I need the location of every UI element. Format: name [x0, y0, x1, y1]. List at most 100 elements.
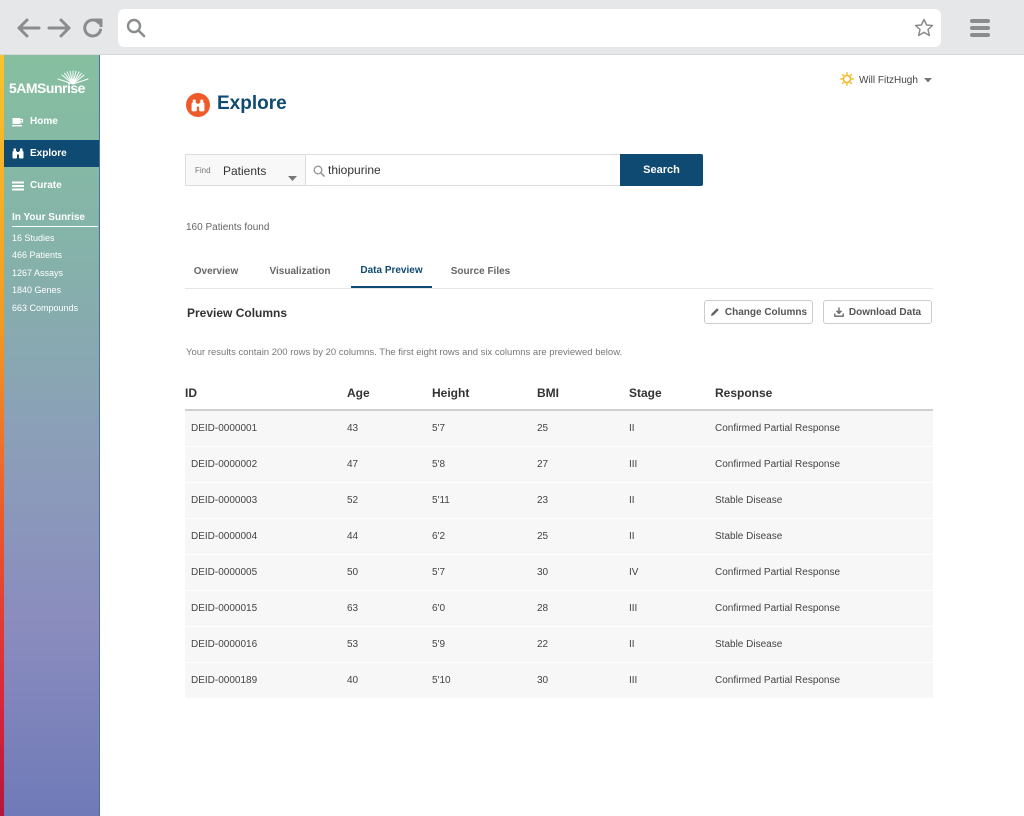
- find-value: Patients: [223, 164, 267, 178]
- cell-stage: III: [629, 590, 715, 627]
- cell-stage: III: [629, 446, 715, 483]
- column-header-height[interactable]: Height: [432, 376, 537, 411]
- cell-age: 53: [347, 626, 432, 663]
- page-title: Explore: [217, 93, 287, 114]
- column-header-response[interactable]: Response: [715, 376, 933, 411]
- column-header-age[interactable]: Age: [347, 376, 432, 411]
- sidebar-stat-assays[interactable]: 1267 Assays: [12, 268, 63, 278]
- cell-height: 5'8: [432, 446, 537, 483]
- star-icon[interactable]: [914, 18, 934, 38]
- cell-age: 47: [347, 446, 432, 483]
- cell-response: Confirmed Partial Response: [715, 590, 933, 627]
- cell-id: DEID-0000189: [185, 662, 347, 699]
- back-arrow-icon[interactable]: [15, 14, 41, 42]
- cell-response: Stable Disease: [715, 626, 933, 663]
- cell-bmi: 28: [537, 590, 629, 627]
- find-label: Find: [195, 166, 211, 175]
- sidebar-item-label: Curate: [30, 180, 62, 191]
- table-row: DEID-0000005 50 5'7 30 IV Confirmed Part…: [185, 554, 933, 591]
- cell-id: DEID-0000005: [185, 554, 347, 591]
- logo-text: 5AMSunrise: [9, 80, 85, 96]
- cell-stage: III: [629, 662, 715, 699]
- find-type-select[interactable]: Find Patients: [185, 154, 305, 186]
- cell-age: 63: [347, 590, 432, 627]
- download-data-label: Download Data: [848, 306, 922, 318]
- reload-icon[interactable]: [82, 14, 104, 42]
- cell-bmi: 25: [537, 518, 629, 555]
- cell-response: Stable Disease: [715, 482, 933, 519]
- results-count: 160 Patients found: [186, 222, 270, 233]
- cell-id: DEID-0000016: [185, 626, 347, 663]
- user-menu[interactable]: Will FitzHugh: [840, 72, 932, 89]
- chevron-down-icon: [288, 168, 297, 186]
- cell-height: 5'7: [432, 410, 537, 447]
- cell-response: Stable Disease: [715, 518, 933, 555]
- tab-visualization[interactable]: Visualization: [261, 255, 339, 288]
- cell-id: DEID-0000003: [185, 482, 347, 519]
- tab-data-preview[interactable]: Data Preview: [351, 255, 432, 288]
- cell-id: DEID-0000004: [185, 518, 347, 555]
- cell-bmi: 27: [537, 446, 629, 483]
- sidebar-stat-genes[interactable]: 1840 Genes: [12, 285, 61, 295]
- address-bar[interactable]: [118, 9, 941, 47]
- forward-arrow-icon[interactable]: [47, 14, 73, 42]
- cell-stage: II: [629, 626, 715, 663]
- search-icon: [313, 164, 325, 182]
- download-icon: [834, 307, 844, 317]
- cell-bmi: 25: [537, 410, 629, 447]
- cell-id: DEID-0000015: [185, 590, 347, 627]
- sun-icon: [840, 72, 854, 89]
- menu-icon[interactable]: [969, 17, 991, 39]
- download-data-button[interactable]: Download Data: [823, 300, 932, 324]
- sidebar-stat-compounds[interactable]: 663 Compounds: [12, 303, 78, 313]
- sidebar: 5AMSunrise Home Explore Curate In Your S…: [0, 55, 100, 816]
- user-name: Will FitzHugh: [859, 75, 918, 86]
- sidebar-stat-patients[interactable]: 466 Patients: [12, 250, 62, 260]
- sidebar-stat-studies[interactable]: 16 Studies: [12, 233, 55, 243]
- cell-height: 5'7: [432, 554, 537, 591]
- sidebar-section-title: In Your Sunrise: [12, 212, 98, 227]
- cell-height: 5'9: [432, 626, 537, 663]
- binoculars-icon: [12, 148, 24, 160]
- cell-id: DEID-0000001: [185, 410, 347, 447]
- sidebar-item-explore[interactable]: Explore: [4, 140, 99, 167]
- app-logo[interactable]: 5AMSunrise: [9, 69, 95, 99]
- cell-age: 40: [347, 662, 432, 699]
- cell-bmi: 22: [537, 626, 629, 663]
- pencil-icon: [710, 307, 720, 317]
- sidebar-item-curate[interactable]: Curate: [4, 172, 99, 199]
- cell-age: 43: [347, 410, 432, 447]
- cell-stage: II: [629, 482, 715, 519]
- cell-stage: IV: [629, 554, 715, 591]
- sidebar-item-label: Home: [30, 116, 58, 127]
- cell-response: Confirmed Partial Response: [715, 554, 933, 591]
- cell-height: 6'0: [432, 590, 537, 627]
- tab-overview[interactable]: Overview: [185, 255, 247, 288]
- tab-source-files[interactable]: Source Files: [444, 255, 517, 288]
- search-input[interactable]: [328, 160, 613, 180]
- cell-response: Confirmed Partial Response: [715, 446, 933, 483]
- cell-response: Confirmed Partial Response: [715, 410, 933, 447]
- list-icon: [12, 180, 24, 192]
- table-header-row: ID Age Height BMI Stage Response: [185, 376, 933, 411]
- binoculars-icon: [186, 93, 210, 117]
- column-header-stage[interactable]: Stage: [629, 376, 715, 411]
- search-icon: [126, 18, 146, 38]
- browser-toolbar: [0, 0, 1024, 55]
- data-preview-table: ID Age Height BMI Stage Response DEID-00…: [185, 376, 933, 699]
- change-columns-button[interactable]: Change Columns: [704, 300, 813, 324]
- results-note: Your results contain 200 rows by 20 colu…: [186, 347, 623, 358]
- table-row: DEID-0000003 52 5'11 23 II Stable Diseas…: [185, 482, 933, 519]
- cell-height: 5'10: [432, 662, 537, 699]
- column-header-bmi[interactable]: BMI: [537, 376, 629, 411]
- table-row: DEID-0000001 43 5'7 25 II Confirmed Part…: [185, 410, 933, 447]
- search-field[interactable]: [305, 154, 621, 186]
- search-button[interactable]: Search: [620, 154, 703, 186]
- chevron-down-icon: [923, 75, 932, 86]
- cell-height: 6'2: [432, 518, 537, 555]
- cell-stage: II: [629, 518, 715, 555]
- sidebar-item-home[interactable]: Home: [4, 108, 99, 135]
- column-header-id[interactable]: ID: [185, 376, 347, 411]
- preview-columns-title: Preview Columns: [187, 306, 288, 320]
- table-row: DEID-0000016 53 5'9 22 II Stable Disease: [185, 626, 933, 663]
